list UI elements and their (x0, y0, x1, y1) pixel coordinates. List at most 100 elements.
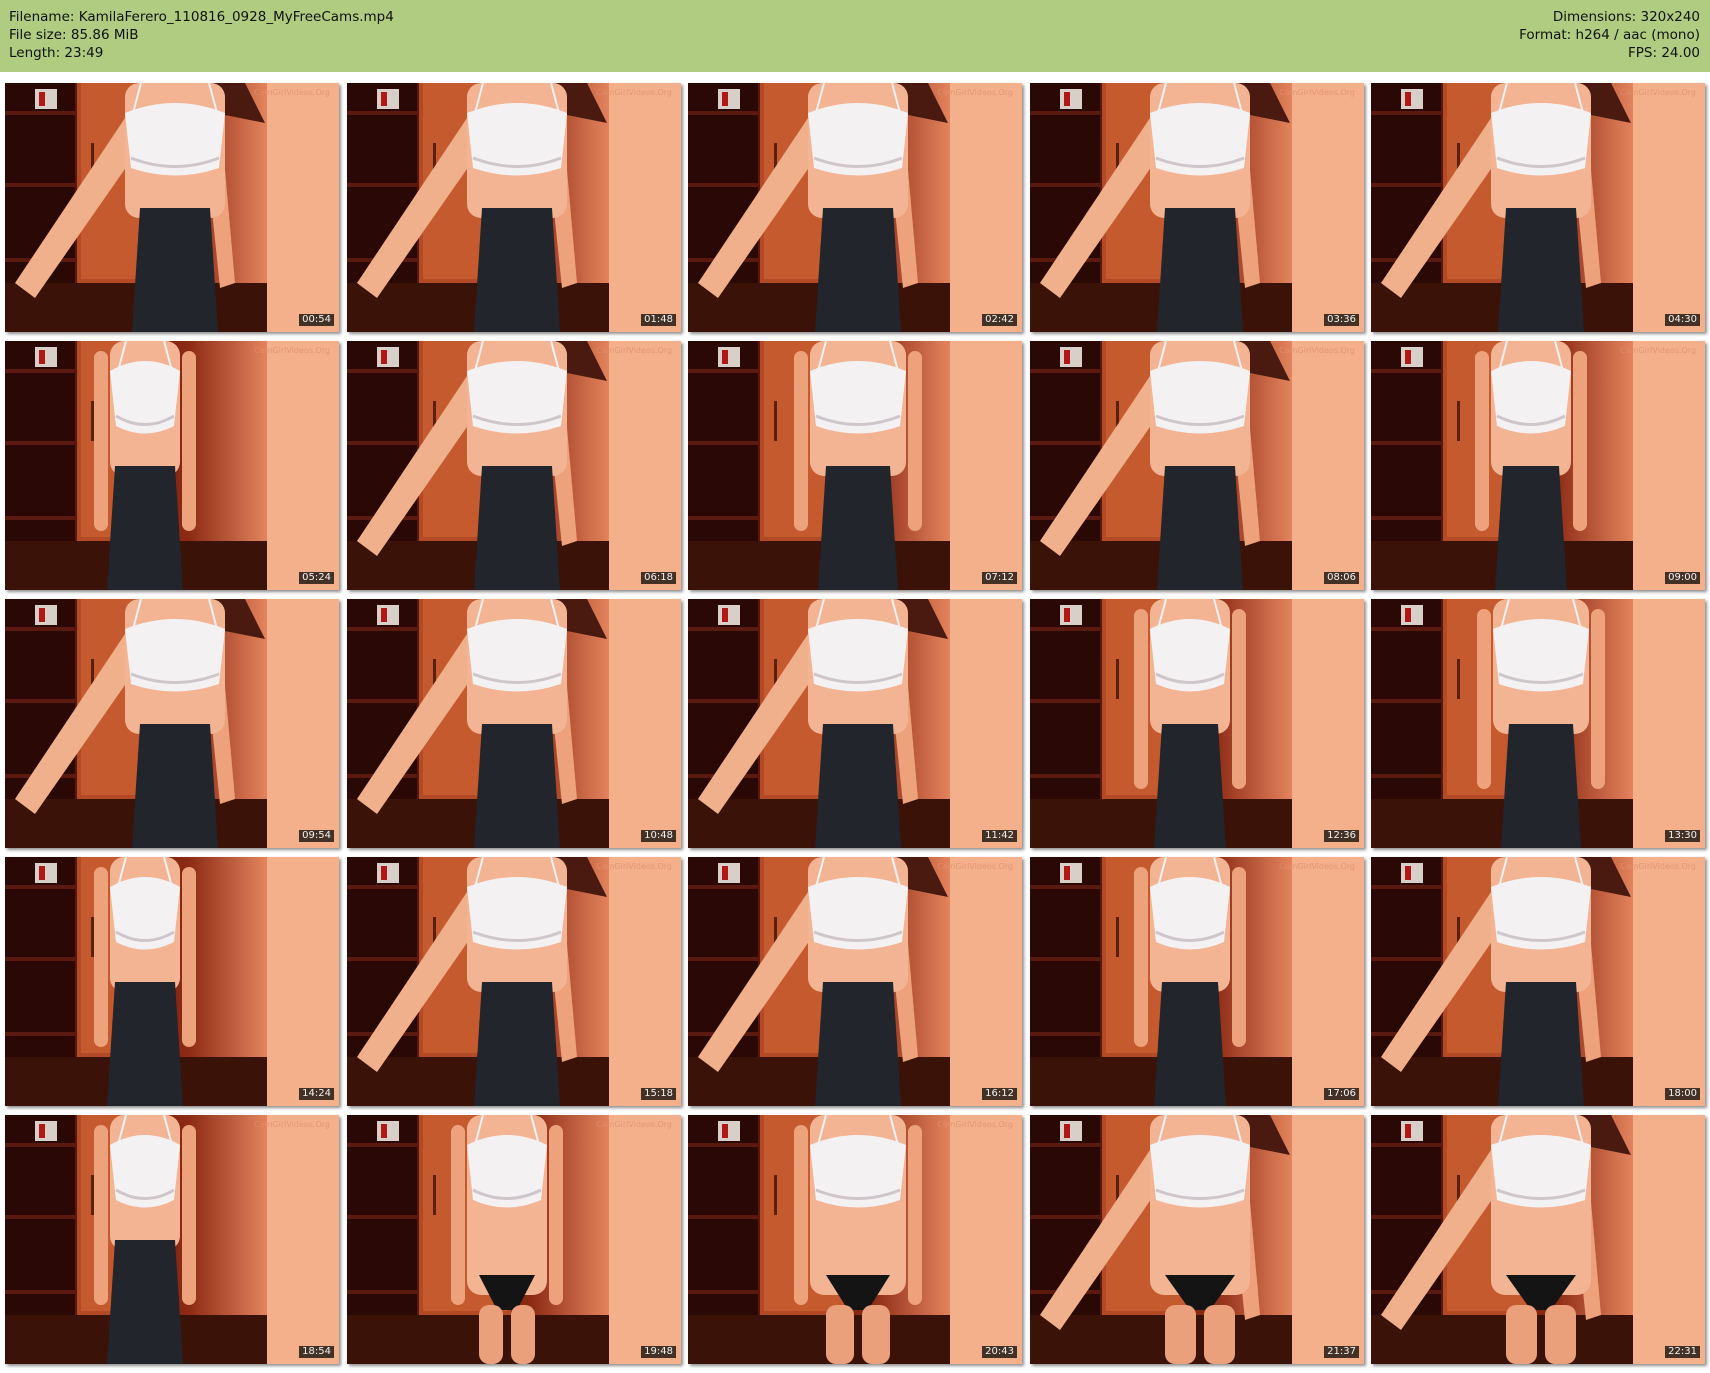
thumbnail-frame-image: CamGirlVideos.Org (688, 1115, 1022, 1364)
video-thumbnail[interactable]: 11:42 (688, 599, 1022, 848)
svg-text:CamGirlVideos.Org: CamGirlVideos.Org (937, 862, 1013, 871)
thumbnail-frame-image: CamGirlVideos.Org (1030, 83, 1364, 332)
svg-text:CamGirlVideos.Org: CamGirlVideos.Org (596, 346, 672, 355)
video-thumbnail[interactable]: CamGirlVideos.Org 01:48 (347, 83, 681, 332)
thumbnail-timestamp: 21:37 (1324, 1346, 1359, 1358)
svg-text:CamGirlVideos.Org: CamGirlVideos.Org (254, 88, 330, 97)
svg-text:CamGirlVideos.Org: CamGirlVideos.Org (1620, 88, 1696, 97)
thumbnail-timestamp: 05:24 (299, 572, 334, 584)
format-text: Format: h264 / aac (mono) (1519, 27, 1700, 43)
thumbnail-timestamp: 09:00 (1665, 572, 1700, 584)
video-thumbnail[interactable]: CamGirlVideos.Org 16:12 (688, 857, 1022, 1106)
thumbnail-timestamp: 00:54 (299, 314, 334, 326)
thumbnail-frame-image (1030, 599, 1364, 848)
video-thumbnail[interactable]: CamGirlVideos.Org 03:36 (1030, 83, 1364, 332)
video-thumbnail[interactable]: CamGirlVideos.Org 09:00 (1371, 341, 1705, 590)
thumbnail-timestamp: 03:36 (1324, 314, 1359, 326)
svg-text:CamGirlVideos.Org: CamGirlVideos.Org (254, 1120, 330, 1129)
thumbnail-frame-image: CamGirlVideos.Org (1371, 341, 1705, 590)
thumbnail-frame-image: CamGirlVideos.Org (688, 857, 1022, 1106)
thumbnail-frame-image: CamGirlVideos.Org (5, 1115, 339, 1364)
video-thumbnail[interactable]: 07:12 (688, 341, 1022, 590)
video-thumbnail[interactable]: CamGirlVideos.Org 20:43 (688, 1115, 1022, 1364)
video-thumbnail[interactable]: CamGirlVideos.Org 19:48 (347, 1115, 681, 1364)
video-thumbnail[interactable]: 13:30 (1371, 599, 1705, 848)
thumbnail-frame-image (5, 857, 339, 1106)
thumbnail-timestamp: 09:54 (299, 830, 334, 842)
video-thumbnail[interactable]: CamGirlVideos.Org 06:18 (347, 341, 681, 590)
file-info-right: Dimensions: 320x240 Format: h264 / aac (… (1519, 8, 1700, 62)
video-thumbnail[interactable]: 22:31 (1371, 1115, 1705, 1364)
thumbnail-frame-image: CamGirlVideos.Org (347, 1115, 681, 1364)
thumbnail-frame-image (1030, 1115, 1364, 1364)
thumbnail-timestamp: 18:54 (299, 1346, 334, 1358)
svg-text:CamGirlVideos.Org: CamGirlVideos.Org (596, 1120, 672, 1129)
video-thumbnail[interactable]: 10:48 (347, 599, 681, 848)
video-thumbnail[interactable]: 21:37 (1030, 1115, 1364, 1364)
svg-text:CamGirlVideos.Org: CamGirlVideos.Org (937, 1120, 1013, 1129)
video-thumbnail[interactable]: 14:24 (5, 857, 339, 1106)
thumbnail-timestamp: 10:48 (641, 830, 676, 842)
thumbnail-frame-image (347, 599, 681, 848)
svg-text:CamGirlVideos.Org: CamGirlVideos.Org (1279, 346, 1355, 355)
thumbnail-timestamp: 02:42 (982, 314, 1017, 326)
thumbnail-frame-image: CamGirlVideos.Org (347, 341, 681, 590)
svg-text:CamGirlVideos.Org: CamGirlVideos.Org (1279, 88, 1355, 97)
thumbnail-frame-image: CamGirlVideos.Org (688, 83, 1022, 332)
thumbnail-timestamp: 13:30 (1665, 830, 1700, 842)
filesize-text: File size: 85.86 MiB (9, 27, 139, 43)
thumbnail-timestamp: 12:36 (1324, 830, 1359, 842)
thumbnail-frame-image (1371, 599, 1705, 848)
video-thumbnail[interactable]: CamGirlVideos.Org 18:00 (1371, 857, 1705, 1106)
thumbnail-frame-image (688, 599, 1022, 848)
thumbnail-timestamp: 20:43 (982, 1346, 1017, 1358)
thumbnail-frame-image: CamGirlVideos.Org (5, 83, 339, 332)
thumbnail-timestamp: 19:48 (641, 1346, 676, 1358)
thumbnail-timestamp: 15:18 (641, 1088, 676, 1100)
svg-text:CamGirlVideos.Org: CamGirlVideos.Org (1279, 862, 1355, 871)
thumbnail-timestamp: 01:48 (641, 314, 676, 326)
thumbnail-timestamp: 22:31 (1665, 1346, 1700, 1358)
length-text: Length: 23:49 (9, 45, 104, 61)
info-header: Filename: KamilaFerero_110816_0928_MyFre… (0, 0, 1710, 72)
thumbnail-frame-image: CamGirlVideos.Org (1371, 83, 1705, 332)
thumbnail-timestamp: 11:42 (982, 830, 1017, 842)
video-thumbnail[interactable]: 09:54 (5, 599, 339, 848)
thumbnail-frame-image: CamGirlVideos.Org (1030, 341, 1364, 590)
svg-text:CamGirlVideos.Org: CamGirlVideos.Org (1620, 346, 1696, 355)
thumbnail-frame-image (5, 599, 339, 848)
thumbnail-timestamp: 04:30 (1665, 314, 1700, 326)
video-thumbnail[interactable]: CamGirlVideos.Org 00:54 (5, 83, 339, 332)
fps-text: FPS: 24.00 (1628, 45, 1700, 61)
thumbnail-frame-image: CamGirlVideos.Org (1371, 857, 1705, 1106)
video-thumbnail[interactable]: CamGirlVideos.Org 17:06 (1030, 857, 1364, 1106)
svg-text:CamGirlVideos.Org: CamGirlVideos.Org (254, 346, 330, 355)
svg-text:CamGirlVideos.Org: CamGirlVideos.Org (596, 88, 672, 97)
thumbnail-frame-image: CamGirlVideos.Org (1030, 857, 1364, 1106)
thumbnail-frame-image: CamGirlVideos.Org (347, 857, 681, 1106)
dimensions-text: Dimensions: 320x240 (1552, 9, 1700, 25)
video-thumbnail[interactable]: 12:36 (1030, 599, 1364, 848)
svg-text:CamGirlVideos.Org: CamGirlVideos.Org (1620, 862, 1696, 871)
video-thumbnail[interactable]: CamGirlVideos.Org 05:24 (5, 341, 339, 590)
thumbnail-frame-image (1371, 1115, 1705, 1364)
thumbnail-timestamp: 08:06 (1324, 572, 1359, 584)
thumbnail-frame-image (688, 341, 1022, 590)
video-thumbnail[interactable]: CamGirlVideos.Org 15:18 (347, 857, 681, 1106)
file-info-left: Filename: KamilaFerero_110816_0928_MyFre… (9, 8, 394, 62)
video-thumbnail[interactable]: CamGirlVideos.Org 18:54 (5, 1115, 339, 1364)
video-thumbnail[interactable]: CamGirlVideos.Org 02:42 (688, 83, 1022, 332)
svg-text:CamGirlVideos.Org: CamGirlVideos.Org (596, 862, 672, 871)
video-thumbnail[interactable]: CamGirlVideos.Org 08:06 (1030, 341, 1364, 590)
thumbnail-timestamp: 18:00 (1665, 1088, 1700, 1100)
thumbnail-timestamp: 06:18 (641, 572, 676, 584)
thumbnail-timestamp: 14:24 (299, 1088, 334, 1100)
filename-text: Filename: KamilaFerero_110816_0928_MyFre… (9, 9, 394, 25)
thumbnail-timestamp: 16:12 (982, 1088, 1017, 1100)
thumbnail-frame-image: CamGirlVideos.Org (347, 83, 681, 332)
video-thumbnail[interactable]: CamGirlVideos.Org 04:30 (1371, 83, 1705, 332)
svg-text:CamGirlVideos.Org: CamGirlVideos.Org (937, 88, 1013, 97)
thumbnail-frame-image: CamGirlVideos.Org (5, 341, 339, 590)
thumbnail-grid: CamGirlVideos.Org 00:54 CamGirlVideos.Org 0… (5, 83, 1705, 1368)
thumbnail-timestamp: 07:12 (982, 572, 1017, 584)
